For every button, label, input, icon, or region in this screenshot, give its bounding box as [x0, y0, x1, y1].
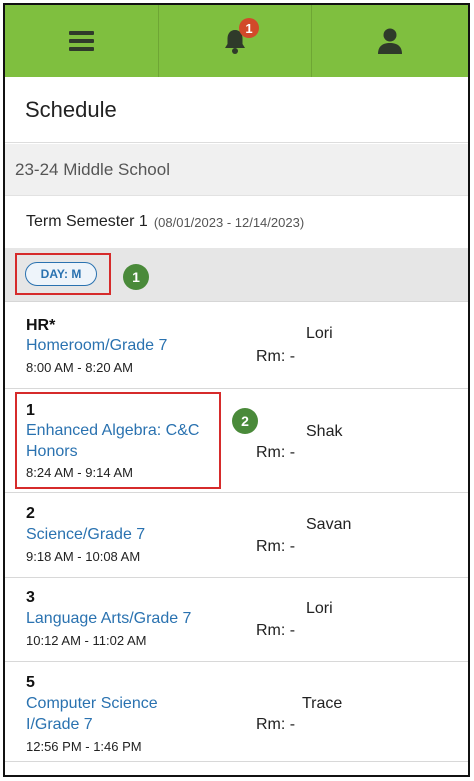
teacher-name: Savan — [306, 516, 352, 533]
course-link-line: I/Grade 7 — [26, 716, 93, 733]
user-profile-button[interactable] — [311, 5, 468, 77]
period-time: 10:12 AM - 11:02 AM — [26, 633, 147, 648]
menu-button[interactable] — [5, 5, 158, 77]
room-label: Rm: - — [256, 716, 296, 733]
period-time: 8:00 AM - 8:20 AM — [26, 360, 133, 375]
period-time: 8:24 AM - 9:14 AM — [26, 465, 133, 480]
bell-icon: 1 — [221, 18, 259, 55]
period-time: 12:56 PM - 1:46 PM — [26, 739, 142, 754]
room-label: Rm: - — [256, 538, 296, 555]
period-number: 5 — [26, 674, 35, 691]
period-number: 2 — [26, 505, 35, 522]
app-frame: 1 Schedule 23-24 Middle School Term Seme… — [3, 3, 470, 777]
term-dates: (08/01/2023 - 12/14/2023) — [153, 214, 305, 230]
schedule-period: 1 Enhanced Algebra: C&C Honors 8:24 AM -… — [5, 389, 468, 493]
page-title: Schedule — [25, 96, 117, 122]
period-number: 3 — [26, 589, 35, 606]
day-row: DAY: M 1 — [5, 248, 468, 302]
room-label: Rm: - — [256, 348, 296, 365]
course-link-line: Honors — [26, 443, 78, 460]
course-link[interactable]: Language Arts/Grade 7 — [26, 608, 191, 629]
course-link[interactable]: Science/Grade 7 — [26, 524, 145, 545]
course-link[interactable]: Homeroom/Grade 7 — [26, 335, 167, 356]
room-label: Rm: - — [256, 444, 296, 461]
schedule-period: 5 Computer Science I/Grade 7 12:56 PM - … — [5, 662, 468, 762]
course-link[interactable]: Enhanced Algebra: C&C Honors — [26, 420, 199, 462]
teacher-name: Shak — [306, 423, 343, 440]
day-badge[interactable]: DAY: M — [25, 262, 97, 286]
page-header: Schedule — [5, 77, 468, 143]
school-section-header: 23-24 Middle School — [5, 144, 468, 196]
notification-count-badge: 1 — [239, 18, 259, 38]
course-link[interactable]: Computer Science I/Grade 7 — [26, 693, 158, 735]
user-icon — [378, 28, 402, 54]
term-row: Term Semester 1 (08/01/2023 - 12/14/2023… — [5, 196, 468, 248]
teacher-name: Lori — [306, 600, 333, 617]
teacher-name: Lori — [306, 325, 333, 342]
hamburger-menu-icon — [69, 31, 94, 51]
teacher-name: Trace — [302, 695, 343, 712]
period-number: 1 — [26, 402, 35, 419]
course-link-line: Computer Science — [26, 695, 158, 712]
term-name: Term Semester 1 — [26, 213, 148, 230]
schedule-period: HR* Homeroom/Grade 7 8:00 AM - 8:20 AM R… — [5, 302, 468, 389]
period-number: HR* — [26, 317, 56, 334]
top-nav-bar: 1 — [5, 5, 468, 77]
school-name: 23-24 Middle School — [15, 159, 170, 179]
notifications-button[interactable]: 1 — [158, 5, 311, 77]
callout-marker-1: 1 — [123, 264, 149, 290]
schedule-period: 3 Language Arts/Grade 7 10:12 AM - 11:02… — [5, 578, 468, 662]
room-label: Rm: - — [256, 622, 296, 639]
callout-marker-2: 2 — [232, 408, 258, 434]
schedule-period: 2 Science/Grade 7 9:18 AM - 10:08 AM Rm:… — [5, 493, 468, 578]
course-link-line: Enhanced Algebra: C&C — [26, 422, 200, 439]
period-time: 9:18 AM - 10:08 AM — [26, 549, 141, 564]
